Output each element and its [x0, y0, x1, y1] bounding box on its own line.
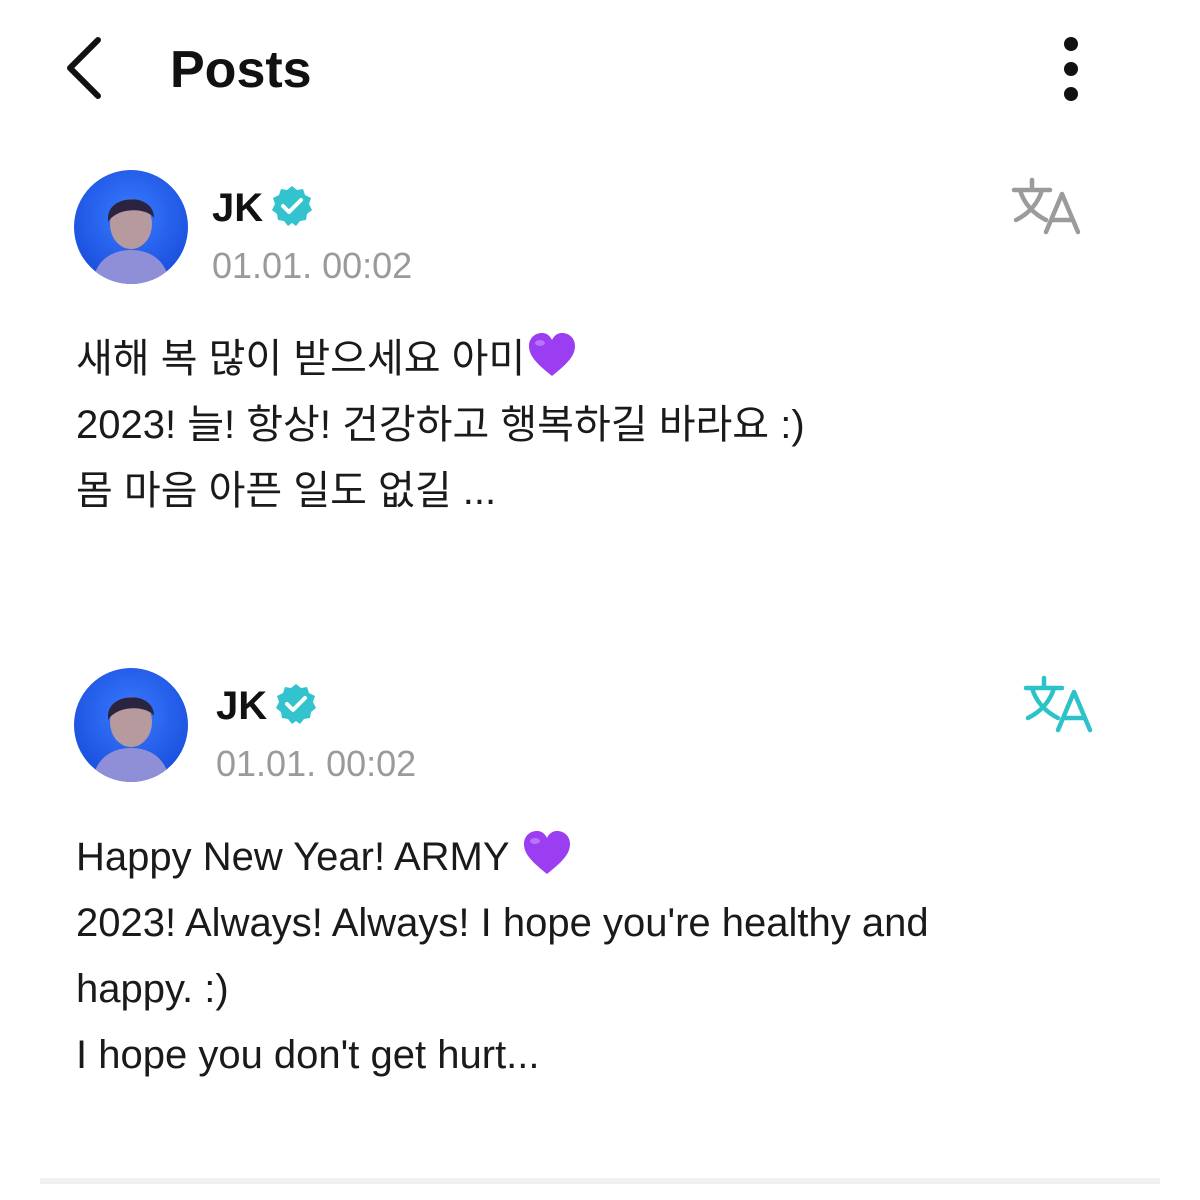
avatar[interactable]: [74, 668, 188, 782]
back-button[interactable]: [58, 34, 114, 102]
post-timestamp: 01.01. 00:02: [216, 743, 417, 784]
bottom-divider: [40, 1178, 1160, 1184]
avatar[interactable]: [74, 170, 188, 284]
post-line: 2023! 늘! 항상! 건강하고 행복하길 바라요 :): [76, 403, 805, 447]
translate-icon: [1011, 177, 1081, 235]
verified-badge-icon: [272, 186, 312, 226]
top-bar: Posts: [0, 0, 1200, 140]
purple-heart-icon: [523, 831, 570, 874]
post-body: Happy New Year! ARMY 2023! Always! Alway…: [76, 824, 929, 1088]
more-vertical-icon: [1064, 37, 1078, 101]
post-line: 2023! Always! Always! I hope you're heal…: [76, 901, 929, 945]
translate-button[interactable]: [1022, 674, 1094, 736]
post-line: 새해 복 많이 받으세요 아미: [76, 337, 526, 381]
translate-button[interactable]: [1010, 176, 1082, 238]
translate-icon: [1023, 675, 1093, 733]
post-line: I hope you don't get hurt...: [76, 1033, 540, 1077]
post-line: 몸 마음 아픈 일도 없길 ...: [76, 469, 497, 513]
author-name[interactable]: JK: [212, 184, 263, 232]
chevron-left-icon: [67, 37, 101, 99]
post-line: happy. :): [76, 967, 229, 1011]
post-line: Happy New Year! ARMY: [76, 835, 520, 879]
author-name[interactable]: JK: [216, 682, 267, 730]
purple-heart-icon: [529, 333, 576, 376]
post-timestamp: 01.01. 00:02: [212, 245, 413, 286]
verified-badge-icon: [276, 684, 316, 724]
post-body: 새해 복 많이 받으세요 아미 2023! 늘! 항상! 건강하고 행복하길 바…: [76, 326, 805, 524]
page-title: Posts: [170, 41, 312, 99]
more-options-button[interactable]: [1048, 34, 1094, 104]
